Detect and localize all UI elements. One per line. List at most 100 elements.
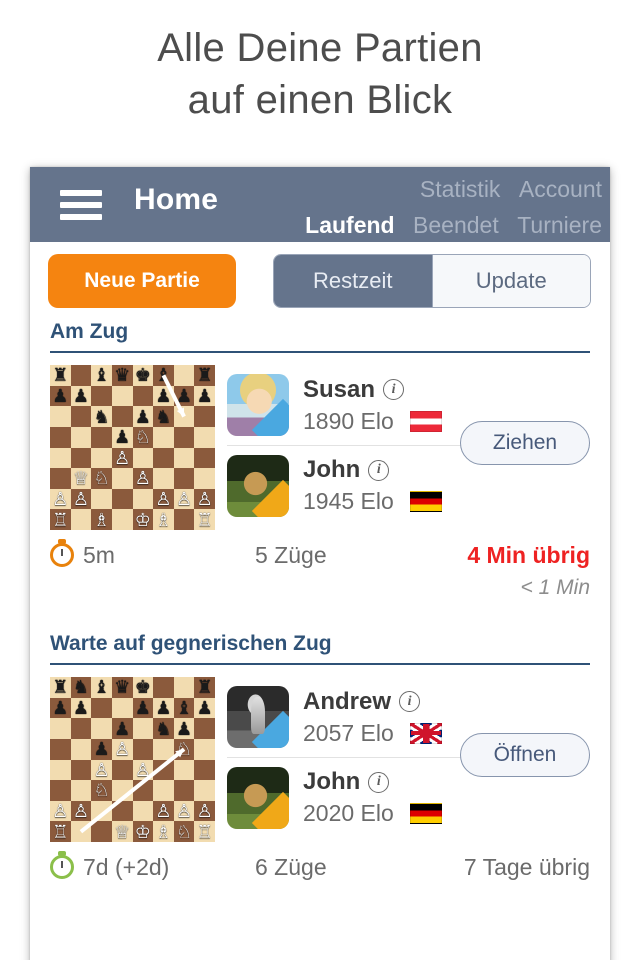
chess-piece[interactable]: ♙ [112,739,133,760]
move-button[interactable]: Ziehen [460,421,590,465]
chess-piece[interactable]: ♟ [50,386,71,407]
board-square[interactable] [153,738,174,760]
nav-link-account[interactable]: Account [519,173,602,206]
board-square[interactable] [153,759,174,781]
chess-piece[interactable]: ♔ [133,821,154,842]
board-square[interactable] [111,406,133,427]
chess-piece[interactable]: ♝ [91,677,112,698]
chess-piece[interactable]: ♙ [112,448,133,469]
board-square[interactable] [132,385,154,407]
chess-piece[interactable]: ♟ [112,427,133,448]
chess-piece[interactable]: ♙ [153,801,174,822]
chess-piece[interactable]: ♕ [112,821,133,842]
open-button[interactable]: Öffnen [460,733,590,777]
chess-piece[interactable]: ♗ [153,509,174,530]
board-square[interactable] [173,780,195,801]
board-square[interactable] [173,447,195,469]
avatar[interactable] [227,454,289,517]
avatar[interactable] [227,374,289,436]
chess-piece[interactable]: ♘ [91,780,112,801]
chess-piece[interactable]: ♟ [174,718,195,739]
chess-piece[interactable]: ♟ [91,739,112,760]
chess-piece[interactable]: ♙ [50,801,71,822]
board-square[interactable] [111,488,133,510]
chess-piece[interactable]: ♟ [133,698,154,719]
view-mode-segmented-control[interactable]: Restzeit Update [273,254,591,308]
chess-piece[interactable]: ♘ [91,468,112,489]
board-square[interactable] [91,488,112,510]
chess-piece[interactable]: ♞ [153,406,174,427]
board-square[interactable] [70,759,92,781]
board-square[interactable] [153,468,174,489]
board-square[interactable] [132,800,154,822]
board-square[interactable] [70,406,92,427]
board-square[interactable] [91,718,112,739]
board-square[interactable] [194,406,215,427]
board-square[interactable] [111,509,133,530]
avatar[interactable] [227,766,289,829]
chess-piece[interactable]: ♟ [133,406,154,427]
board-square[interactable] [173,509,195,530]
chess-board[interactable]: ♜ ♞ ♝ ♛ ♚ ♜ ♟ ♟ ♟ ♟ ♝ ♟ ♟ ♞ ♟ ♟ ♙ ♘ ♙ ♙ ♘ ♙ ♙ ♙ ♙ ♙ ♖ ♕ ♔ ♗ ♘ ♖ [50,677,215,842]
board-square[interactable] [111,697,133,719]
chess-piece[interactable]: ♗ [153,821,174,842]
chess-piece[interactable]: ♜ [50,365,71,386]
chess-piece[interactable]: ♕ [71,468,92,489]
board-square[interactable] [194,447,215,469]
nav-link-turniere[interactable]: Turniere [517,209,602,242]
nav-link-statistik[interactable]: Statistik [420,173,501,206]
board-square[interactable] [132,780,154,801]
board-square[interactable] [111,468,133,489]
chess-piece[interactable]: ♞ [71,677,92,698]
info-icon[interactable]: i [368,459,390,481]
segment-update[interactable]: Update [431,255,590,307]
board-square[interactable] [173,677,195,698]
board-square[interactable] [153,447,174,469]
board-square[interactable] [70,780,92,801]
board-square[interactable] [194,468,215,489]
game-row[interactable]: ♜ ♝ ♛ ♚ ♝ ♜ ♟ ♟ ♟ ♟ ♟ ♞ ♟ ♞ ♟ ♘ ♙ ♕ ♘ ♙ ♙ ♙ ♙ ♙ ♙ ♖ ♗ ♔ ♗ ♖ Susan i [50,365,590,530]
board-square[interactable] [153,677,174,698]
board-square[interactable] [173,759,195,781]
board-square[interactable] [111,800,133,822]
chess-piece[interactable]: ♙ [133,468,154,489]
board-square[interactable] [194,759,215,781]
board-square[interactable] [111,759,133,781]
chess-piece[interactable]: ♙ [91,760,112,781]
chess-piece[interactable]: ♙ [174,801,195,822]
board-square[interactable] [91,821,112,842]
chess-piece[interactable]: ♘ [174,821,195,842]
chess-piece[interactable]: ♙ [71,801,92,822]
chess-piece[interactable]: ♖ [194,821,215,842]
board-square[interactable] [50,447,71,469]
chess-board[interactable]: ♜ ♝ ♛ ♚ ♝ ♜ ♟ ♟ ♟ ♟ ♟ ♞ ♟ ♞ ♟ ♘ ♙ ♕ ♘ ♙ ♙ ♙ ♙ ♙ ♙ ♖ ♗ ♔ ♗ ♖ [50,365,215,530]
board-square[interactable] [70,718,92,739]
board-square[interactable] [111,385,133,407]
chess-piece[interactable]: ♙ [153,489,174,510]
chess-piece[interactable]: ♟ [194,386,215,407]
chess-piece[interactable]: ♝ [91,365,112,386]
chess-piece[interactable]: ♝ [174,698,195,719]
chess-piece[interactable]: ♙ [50,489,71,510]
board-square[interactable] [173,406,195,427]
board-square[interactable] [91,426,112,448]
new-game-button[interactable]: Neue Partie [48,254,236,308]
chess-piece[interactable]: ♟ [153,698,174,719]
board-square[interactable] [194,426,215,448]
board-square[interactable] [50,780,71,801]
board-square[interactable] [70,821,92,842]
board-square[interactable] [70,365,92,386]
board-square[interactable] [50,468,71,489]
chess-piece[interactable]: ♙ [71,489,92,510]
chess-piece[interactable]: ♝ [153,365,174,386]
nav-link-beendet[interactable]: Beendet [413,209,499,242]
chess-piece[interactable]: ♟ [50,698,71,719]
board-square[interactable] [91,697,112,719]
chess-piece[interactable]: ♙ [174,489,195,510]
board-square[interactable] [132,447,154,469]
chess-piece[interactable]: ♜ [50,677,71,698]
board-square[interactable] [50,759,71,781]
chess-piece[interactable]: ♞ [91,406,112,427]
segment-restzeit[interactable]: Restzeit [274,255,432,307]
chess-piece[interactable]: ♟ [194,698,215,719]
